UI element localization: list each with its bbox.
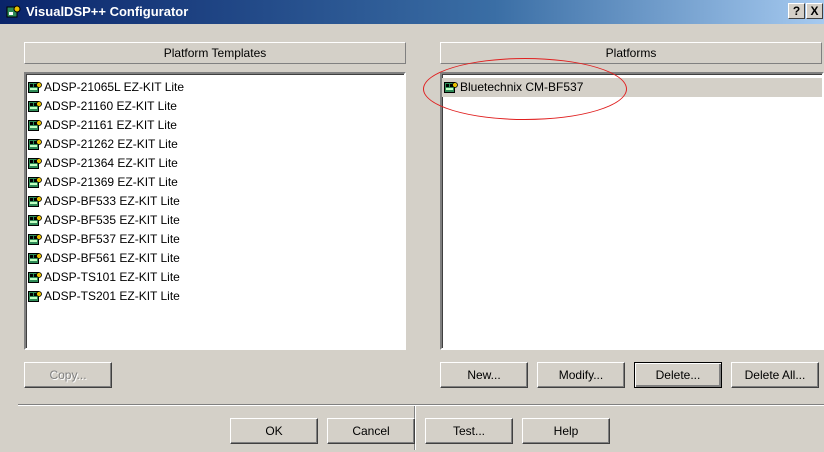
modify-button[interactable]: Modify...: [537, 362, 625, 388]
board-icon: [28, 177, 42, 188]
template-item[interactable]: ADSP-BF533 EZ-KIT Lite: [26, 192, 404, 211]
board-icon: [28, 272, 42, 283]
red-annotation-ellipse: [423, 58, 627, 120]
template-item-label: ADSP-21160 EZ-KIT Lite: [44, 99, 177, 113]
help-button[interactable]: Help: [522, 418, 610, 444]
cancel-button[interactable]: Cancel: [327, 418, 415, 444]
delete-button[interactable]: Delete...: [634, 362, 722, 388]
copy-button[interactable]: Copy...: [24, 362, 112, 388]
template-item[interactable]: ADSP-21369 EZ-KIT Lite: [26, 173, 404, 192]
template-item[interactable]: ADSP-BF537 EZ-KIT Lite: [26, 230, 404, 249]
template-item[interactable]: ADSP-21364 EZ-KIT Lite: [26, 154, 404, 173]
close-title-button[interactable]: X: [806, 3, 823, 19]
template-item[interactable]: ADSP-TS101 EZ-KIT Lite: [26, 268, 404, 287]
app-icon: [6, 5, 21, 18]
template-item-label: ADSP-TS101 EZ-KIT Lite: [44, 270, 180, 284]
board-icon: [28, 196, 42, 207]
platform-templates-header: Platform Templates: [24, 42, 406, 64]
template-item-label: ADSP-BF535 EZ-KIT Lite: [44, 213, 180, 227]
window-title: VisualDSP++ Configurator: [26, 4, 189, 19]
help-title-button[interactable]: ?: [788, 3, 805, 19]
board-icon: [28, 291, 42, 302]
board-icon: [28, 82, 42, 93]
template-item[interactable]: ADSP-21160 EZ-KIT Lite: [26, 97, 404, 116]
template-item[interactable]: ADSP-21065L EZ-KIT Lite: [26, 78, 404, 97]
template-item[interactable]: ADSP-BF535 EZ-KIT Lite: [26, 211, 404, 230]
template-item-label: ADSP-21161 EZ-KIT Lite: [44, 118, 177, 132]
ok-button[interactable]: OK: [230, 418, 318, 444]
board-icon: [28, 253, 42, 264]
board-icon: [28, 234, 42, 245]
template-item[interactable]: ADSP-BF561 EZ-KIT Lite: [26, 249, 404, 268]
platform-templates-list[interactable]: ADSP-21065L EZ-KIT Lite ADSP-21160 EZ-KIT…: [24, 72, 406, 350]
template-item-label: ADSP-BF533 EZ-KIT Lite: [44, 194, 180, 208]
template-item[interactable]: ADSP-21262 EZ-KIT Lite: [26, 135, 404, 154]
template-item-label: ADSP-21065L EZ-KIT Lite: [44, 80, 185, 94]
board-icon: [28, 158, 42, 169]
title-bar: VisualDSP++ Configurator ? X: [0, 0, 824, 24]
template-item[interactable]: ADSP-21161 EZ-KIT Lite: [26, 116, 404, 135]
board-icon: [28, 101, 42, 112]
new-button[interactable]: New...: [440, 362, 528, 388]
template-item-label: ADSP-21364 EZ-KIT Lite: [44, 156, 178, 170]
footer-separator: [18, 404, 824, 406]
template-item[interactable]: ADSP-TS201 EZ-KIT Lite: [26, 287, 404, 306]
template-item-label: ADSP-TS201 EZ-KIT Lite: [44, 289, 180, 303]
board-icon: [28, 215, 42, 226]
board-icon: [28, 120, 42, 131]
board-icon: [28, 139, 42, 150]
template-item-label: ADSP-21262 EZ-KIT Lite: [44, 137, 178, 151]
template-item-label: ADSP-21369 EZ-KIT Lite: [44, 175, 178, 189]
delete-all-button[interactable]: Delete All...: [731, 362, 819, 388]
template-item-label: ADSP-BF561 EZ-KIT Lite: [44, 251, 180, 265]
test-button[interactable]: Test...: [425, 418, 513, 444]
template-item-label: ADSP-BF537 EZ-KIT Lite: [44, 232, 180, 246]
